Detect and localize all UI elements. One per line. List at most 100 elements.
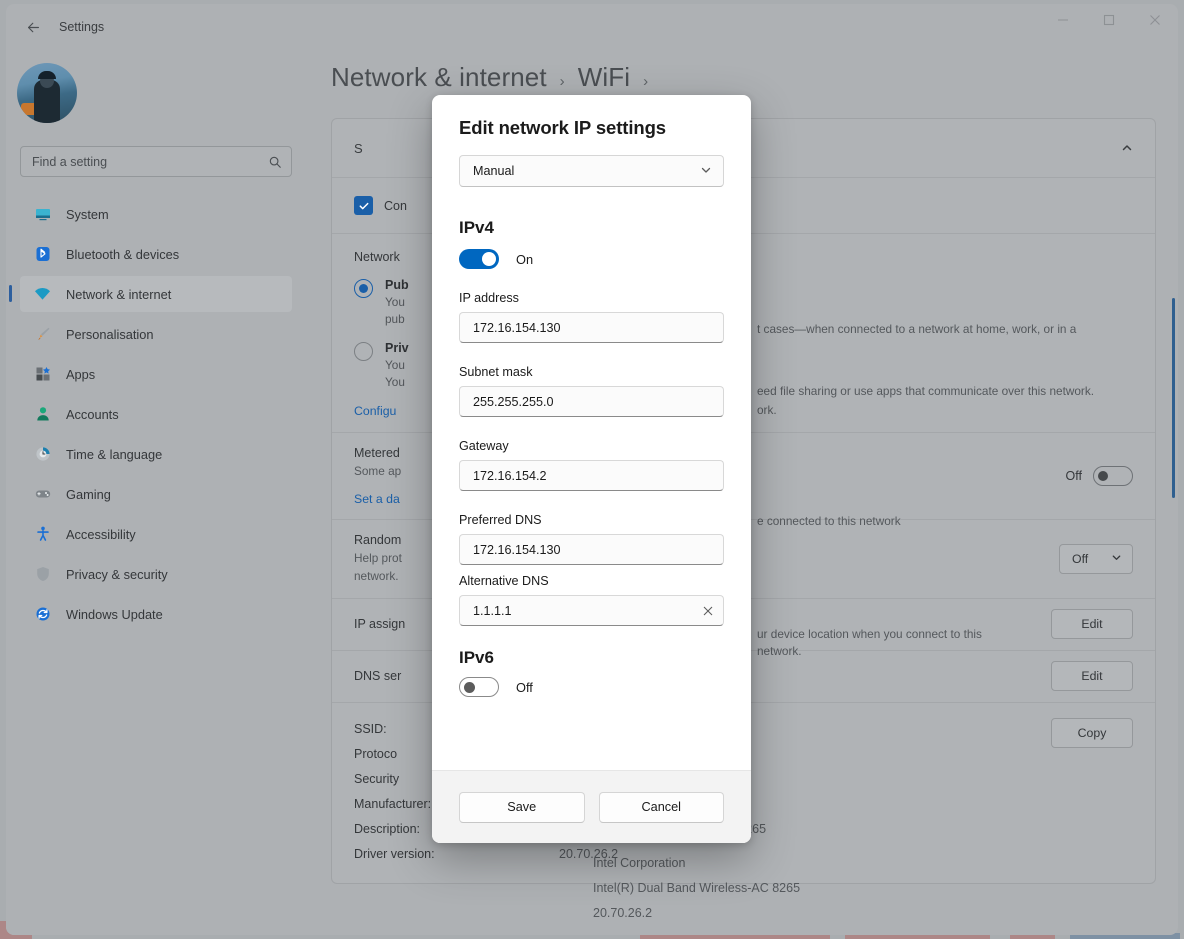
random-address-combo[interactable]: Off [1059,544,1133,575]
sidebar-item-network-internet[interactable]: Network & internet [9,276,292,312]
sidebar-item-label: Network & internet [66,286,172,302]
ipv6-toggle-label: Off [516,679,533,695]
alternative-dns-label: Alternative DNS [459,574,549,588]
connect-automatically-checkbox[interactable] [354,196,373,215]
breadcrumb-network-internet[interactable]: Network & internet [331,62,547,93]
ip-assignment-mode-value: Manual [473,164,515,178]
alternative-dns-field[interactable]: 1.1.1.1 [459,595,724,626]
gateway-field[interactable]: 172.16.154.2 [459,460,724,491]
property-key: Driver version: [354,847,435,862]
monitor-icon [34,206,51,223]
breadcrumb: Network & internet › WiFi › [331,62,648,93]
ipv6-toggle[interactable] [459,677,499,697]
ip-address-value: 172.16.154.130 [473,320,561,335]
sidebar-item-label: Privacy & security [66,566,168,582]
subnet-mask-field[interactable]: 255.255.255.0 [459,386,724,417]
sidebar-item-bluetooth-devices[interactable]: Bluetooth & devices [20,236,292,272]
sidebar-nav: System Bluetooth & devices Network & int… [9,196,292,636]
sidebar-item-time-language[interactable]: Time & language [20,436,292,472]
dialog-title: Edit network IP settings [459,117,666,138]
update-icon [34,606,51,623]
search-input[interactable]: Find a setting [20,146,292,177]
metered-toggle-label: Off [1065,469,1082,484]
content-scrollbar[interactable] [1172,298,1175,498]
sidebar-item-apps[interactable]: Apps [20,356,292,392]
minimize-icon[interactable] [1040,4,1086,36]
wifi-icon [34,286,51,303]
sidebar-item-personalisation[interactable]: Personalisation [20,316,292,352]
preferred-dns-value: 172.16.154.130 [473,542,561,557]
metered-desc-right: e connected to this network [757,514,901,528]
description-value: Intel(R) Dual Band Wireless-AC 8265 [593,881,801,895]
ip-address-field[interactable]: 172.16.154.130 [459,312,724,343]
clear-x-icon[interactable] [702,605,714,617]
subnet-mask-value: 255.255.255.0 [473,394,554,409]
clock-icon [34,446,51,463]
search-icon [268,155,282,169]
random-address-value: Off [1072,552,1089,567]
preferred-dns-field[interactable]: 172.16.154.130 [459,534,724,565]
sidebar: Find a setting System Bluetooth & device… [6,48,324,935]
profile-private-desc-right-1: eed file sharing or use apps that commun… [757,384,1095,398]
alternative-dns-value: 1.1.1.1 [473,603,512,618]
chevron-up-icon[interactable] [1121,142,1133,154]
ipv6-toggle-line: Off [459,677,724,697]
shield-icon [34,566,51,583]
sidebar-item-gaming[interactable]: Gaming [20,476,292,512]
sidebar-item-label: Gaming [66,486,111,502]
search-placeholder: Find a setting [32,154,108,169]
dialog-footer: Save Cancel [432,770,751,843]
sidebar-item-label: Accessibility [66,526,136,542]
sidebar-item-label: System [66,206,109,222]
sidebar-item-privacy-security[interactable]: Privacy & security [20,556,292,592]
gateway-label: Gateway [459,439,509,453]
sidebar-item-system[interactable]: System [20,196,292,232]
chevron-right-icon: › [559,73,565,90]
breadcrumb-wifi[interactable]: WiFi [578,62,630,93]
preferred-dns-label: Preferred DNS [459,513,542,527]
dialog-body: Edit network IP settings Manual IPv4 On … [432,95,751,770]
ipv4-heading: IPv4 [459,218,494,237]
title-bar: Settings [6,4,1178,48]
copy-properties-button[interactable]: Copy [1051,717,1133,748]
ipv4-toggle[interactable] [459,249,499,269]
desktop-backdrop: Settings Find a setting System Bluetooth… [0,0,1184,939]
window-title: Settings [59,20,105,34]
gateway-value: 172.16.154.2 [473,468,547,483]
radio-public[interactable] [354,279,373,298]
sidebar-item-label: Bluetooth & devices [66,246,180,262]
close-icon[interactable] [1132,4,1178,36]
sidebar-item-windows-update[interactable]: Windows Update [20,596,292,632]
manufacturer-value: Intel Corporation [593,856,686,870]
back-button[interactable] [16,12,50,42]
cancel-button[interactable]: Cancel [598,791,724,823]
maximize-icon[interactable] [1086,4,1132,36]
sidebar-item-accessibility[interactable]: Accessibility [20,516,292,552]
avatar[interactable] [17,63,77,123]
sidebar-item-accounts[interactable]: Accounts [20,396,292,432]
section-header-title: S [354,140,363,156]
ipv6-heading: IPv6 [459,648,494,667]
sidebar-item-label: Windows Update [66,606,163,622]
chevron-down-icon [1111,552,1122,566]
sidebar-item-label: Personalisation [66,326,154,342]
chevron-down-icon [700,164,712,179]
metered-toggle[interactable] [1093,466,1133,487]
random-desc-right-2: network. [757,644,802,658]
profile-public-desc-right: t cases—when connected to a network at h… [757,322,1077,336]
brush-icon [34,326,51,343]
dns-server-edit-button[interactable]: Edit [1051,661,1133,692]
bluetooth-icon [34,246,51,263]
gamepad-icon [34,486,51,503]
connect-automatically-label: Con [384,198,407,213]
settings-window: Settings Find a setting System Bluetooth… [6,4,1178,935]
sidebar-item-label: Accounts [66,406,119,422]
save-button[interactable]: Save [459,791,585,823]
avatar-hat [38,71,56,79]
ip-assignment-mode-select[interactable]: Manual [459,155,724,187]
sidebar-item-label: Time & language [66,446,163,462]
radio-private[interactable] [354,342,373,362]
ip-assignment-edit-button[interactable]: Edit [1051,609,1133,640]
apps-icon [34,366,51,383]
ip-address-label: IP address [459,291,519,305]
